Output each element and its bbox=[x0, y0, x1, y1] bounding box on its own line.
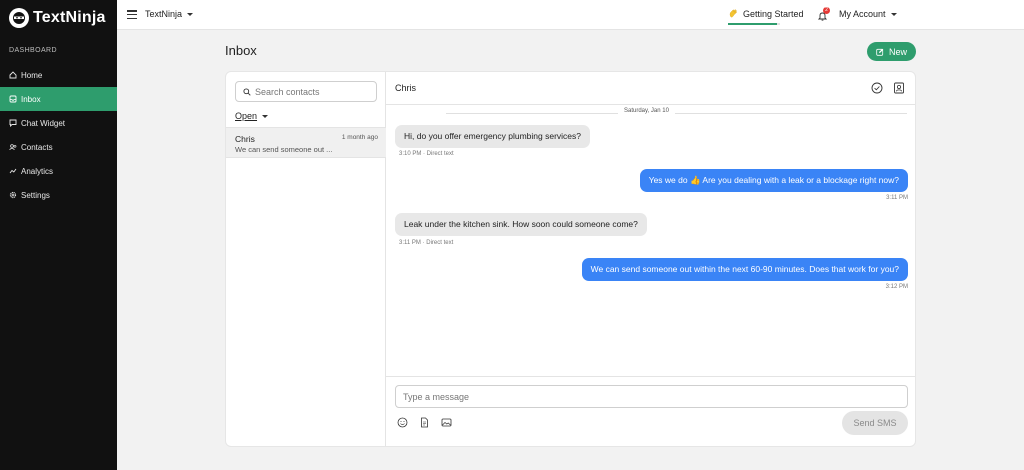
contact-name: Chris bbox=[235, 134, 255, 144]
search-icon bbox=[243, 87, 251, 96]
date-separator: Saturday, Jan 10 bbox=[386, 108, 915, 118]
sidebar: TextNinja DASHBOARD Home Inbox Chat Widg… bbox=[0, 0, 117, 470]
contact-time: 1 month ago bbox=[341, 134, 378, 141]
notification-badge: 2 bbox=[823, 7, 830, 14]
sidebar-item-label: Contacts bbox=[21, 142, 53, 152]
new-message-button[interactable]: New bbox=[867, 42, 916, 61]
getting-started-label: Getting Started bbox=[743, 8, 804, 19]
analytics-icon bbox=[8, 167, 17, 176]
brand-name: TextNinja bbox=[33, 9, 106, 26]
message-meta: 3:11 PM · Direct text bbox=[399, 240, 454, 246]
search-input[interactable] bbox=[255, 86, 365, 97]
conversation-pane: Chris Saturday, Jan 10 Hi, do you offer … bbox=[386, 72, 915, 446]
chevron-down-icon bbox=[890, 12, 897, 16]
sidebar-item-label: Analytics bbox=[21, 166, 54, 176]
account-menu[interactable]: My Account bbox=[839, 9, 897, 19]
message-meta: 3:11 PM bbox=[886, 195, 908, 201]
chevron-down-icon bbox=[187, 12, 194, 16]
page-title: Inbox bbox=[225, 43, 257, 58]
menu-icon[interactable] bbox=[127, 10, 137, 20]
sidebar-section-label: DASHBOARD bbox=[9, 47, 57, 54]
inbox-icon bbox=[8, 95, 17, 104]
conversation-contact-name: Chris bbox=[395, 83, 417, 93]
contact-search[interactable] bbox=[235, 81, 377, 102]
chat-icon bbox=[8, 119, 17, 128]
chevron-down-icon bbox=[262, 114, 269, 118]
sidebar-item-settings[interactable]: Settings bbox=[0, 183, 117, 207]
outgoing-message: We can send someone out within the next … bbox=[581, 258, 908, 281]
image-icon[interactable] bbox=[441, 417, 452, 428]
sidebar-item-home[interactable]: Home bbox=[0, 63, 117, 87]
message-composer: Send SMS bbox=[386, 376, 915, 446]
contact-preview: We can send someone out ... bbox=[235, 145, 333, 154]
progress-fill bbox=[728, 23, 778, 25]
gear-icon bbox=[8, 191, 17, 200]
date-separator-label: Saturday, Jan 10 bbox=[618, 108, 675, 114]
incoming-message: Hi, do you offer emergency plumbing serv… bbox=[395, 125, 591, 148]
message-meta: 3:12 PM bbox=[885, 284, 908, 290]
sidebar-item-label: Chat Widget bbox=[21, 118, 66, 128]
sidebar-item-label: Inbox bbox=[21, 94, 41, 104]
contact-card-icon[interactable] bbox=[893, 82, 905, 94]
new-button-label: New bbox=[888, 46, 907, 57]
send-sms-button[interactable]: Send SMS bbox=[842, 411, 908, 435]
sidebar-item-analytics[interactable]: Analytics bbox=[0, 159, 117, 183]
account-label: My Account bbox=[839, 9, 886, 19]
sidebar-item-label: Settings bbox=[21, 190, 50, 200]
message-input[interactable] bbox=[395, 385, 908, 408]
getting-started-link[interactable]: Getting Started bbox=[728, 8, 804, 19]
ninja-logo-icon bbox=[9, 8, 29, 28]
waving-hand-icon bbox=[728, 8, 739, 19]
message-meta: 3:10 PM · Direct text bbox=[399, 151, 454, 157]
list-item[interactable]: Chris 1 month ago We can send someone ou… bbox=[226, 127, 386, 158]
outgoing-message: Yes we do 👍 Are you dealing with a leak … bbox=[639, 169, 908, 192]
conversation-header: Chris bbox=[386, 72, 915, 105]
contacts-icon bbox=[8, 143, 17, 152]
emoji-icon[interactable] bbox=[397, 417, 408, 428]
incoming-message: Leak under the kitchen sink. How soon co… bbox=[395, 213, 647, 236]
brand[interactable]: TextNinja bbox=[0, 0, 117, 36]
compose-icon bbox=[876, 48, 884, 56]
workspace-name: TextNinja bbox=[145, 9, 183, 19]
getting-started-progress bbox=[728, 23, 780, 25]
sidebar-item-label: Home bbox=[21, 70, 43, 80]
check-circle-icon[interactable] bbox=[871, 82, 883, 94]
document-icon[interactable] bbox=[419, 417, 430, 428]
inbox-card: Open Chris 1 month ago We can send someo… bbox=[225, 71, 916, 447]
workspace-selector[interactable]: TextNinja bbox=[145, 9, 194, 19]
sidebar-item-contacts[interactable]: Contacts bbox=[0, 135, 117, 159]
sidebar-item-inbox[interactable]: Inbox bbox=[0, 87, 117, 111]
divider bbox=[446, 113, 907, 114]
home-icon bbox=[8, 71, 17, 80]
sidebar-item-chat-widget[interactable]: Chat Widget bbox=[0, 111, 117, 135]
contacts-pane: Open Chris 1 month ago We can send someo… bbox=[226, 72, 386, 446]
status-filter-dropdown[interactable]: Open bbox=[235, 111, 269, 121]
status-filter-label: Open bbox=[235, 111, 258, 121]
